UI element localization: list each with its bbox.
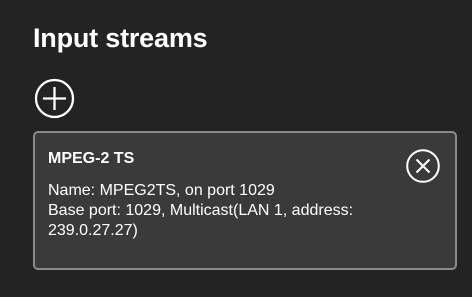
x-circle-icon: [406, 149, 440, 183]
remove-stream-button[interactable]: [405, 148, 441, 184]
stream-name-line: Name: MPEG2TS, on port 1029: [48, 182, 275, 199]
panel-title: Input streams: [33, 23, 208, 53]
stream-card[interactable]: MPEG-2 TS Name: MPEG2TS, on port 1029 Ba…: [33, 131, 457, 270]
stream-details: Name: MPEG2TS, on port 1029 Base port: 1…: [48, 181, 448, 241]
stream-type: MPEG-2 TS: [48, 150, 135, 167]
stream-base-port-line: Base port: 1029, Multicast(LAN 1, addres…: [48, 202, 354, 219]
add-stream-button[interactable]: [34, 78, 75, 119]
plus-circle-icon: [34, 78, 75, 119]
stream-address-line: 239.0.27.27): [48, 222, 138, 239]
